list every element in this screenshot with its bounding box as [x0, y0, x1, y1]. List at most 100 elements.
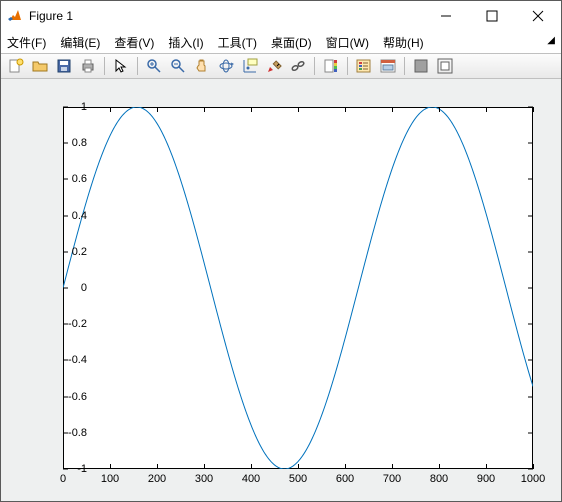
- minimize-icon: [438, 8, 454, 24]
- data-cursor-button[interactable]: [239, 55, 261, 77]
- y-tick-mark: [63, 396, 68, 397]
- y-tick-mark: [528, 360, 533, 361]
- new-figure-button[interactable]: [5, 55, 27, 77]
- y-tick-mark: [63, 215, 68, 216]
- matlab-logo-icon: [7, 8, 23, 24]
- x-tick-label: 400: [242, 473, 260, 485]
- menu-window[interactable]: 窗口(W): [326, 34, 369, 51]
- maximize-button[interactable]: [469, 1, 515, 31]
- x-tick-label: 900: [477, 473, 495, 485]
- menu-edit[interactable]: 编辑(E): [60, 34, 100, 51]
- y-tick-mark: [528, 288, 533, 289]
- save-icon: [56, 58, 72, 74]
- title-bar: Figure 1: [1, 1, 561, 31]
- new-figure-icon: [8, 58, 24, 74]
- x-tick-mark: [439, 464, 440, 469]
- toolbar-separator: [347, 57, 348, 75]
- open-button[interactable]: [29, 55, 51, 77]
- x-tick-mark: [63, 107, 64, 112]
- zoom-out-icon: [170, 58, 186, 74]
- y-tick-mark: [63, 179, 68, 180]
- brush-button[interactable]: [263, 55, 285, 77]
- print-icon: [80, 58, 96, 74]
- x-tick-mark: [392, 107, 393, 112]
- y-tick-mark: [63, 251, 68, 252]
- save-button[interactable]: [53, 55, 75, 77]
- menu-help[interactable]: 帮助(H): [383, 34, 424, 51]
- legend-icon: [356, 58, 372, 74]
- hide-tools-icon: [413, 58, 429, 74]
- x-tick-label: 500: [289, 473, 307, 485]
- x-tick-mark: [110, 464, 111, 469]
- menu-view[interactable]: 查看(V): [114, 34, 154, 51]
- x-tick-mark: [157, 107, 158, 112]
- x-tick-mark: [63, 464, 64, 469]
- x-tick-mark: [345, 107, 346, 112]
- open-icon: [32, 58, 48, 74]
- x-tick-mark: [345, 464, 346, 469]
- y-tick-label: -0.4: [37, 354, 87, 366]
- y-tick-label: 0.8: [37, 137, 87, 149]
- zoom-in-button[interactable]: [143, 55, 165, 77]
- pointer-button[interactable]: [110, 55, 132, 77]
- link-button[interactable]: [287, 55, 309, 77]
- y-tick-mark: [528, 179, 533, 180]
- x-tick-mark: [486, 464, 487, 469]
- x-tick-label: 100: [101, 473, 119, 485]
- zoom-in-icon: [146, 58, 162, 74]
- x-tick-mark: [204, 464, 205, 469]
- close-button[interactable]: [515, 1, 561, 31]
- y-tick-label: 0: [37, 282, 87, 294]
- menu-file[interactable]: 文件(F): [7, 34, 46, 51]
- y-tick-mark: [528, 251, 533, 252]
- y-tick-label: 1: [37, 101, 87, 113]
- x-tick-mark: [439, 107, 440, 112]
- x-tick-mark: [298, 464, 299, 469]
- brush-icon: [266, 58, 282, 74]
- data-cursor-icon: [242, 58, 258, 74]
- y-tick-label: 0.4: [37, 210, 87, 222]
- pointer-icon: [113, 58, 129, 74]
- x-tick-mark: [204, 107, 205, 112]
- x-tick-label: 800: [430, 473, 448, 485]
- plot-editor-icon: [380, 58, 396, 74]
- menu-overflow-icon[interactable]: ◢: [547, 35, 555, 46]
- axes[interactable]: [63, 107, 533, 469]
- menu-insert[interactable]: 插入(I): [168, 34, 203, 51]
- x-tick-label: 1000: [521, 473, 545, 485]
- colorbar-button[interactable]: [320, 55, 342, 77]
- y-tick-label: -0.6: [37, 391, 87, 403]
- x-tick-mark: [392, 464, 393, 469]
- plot-editor-button[interactable]: [377, 55, 399, 77]
- x-tick-label: 700: [383, 473, 401, 485]
- rotate3d-button[interactable]: [215, 55, 237, 77]
- toolbar-separator: [314, 57, 315, 75]
- dock-button[interactable]: [434, 55, 456, 77]
- x-tick-mark: [157, 464, 158, 469]
- x-tick-mark: [533, 107, 534, 112]
- hide-tools-button[interactable]: [410, 55, 432, 77]
- x-tick-mark: [110, 107, 111, 112]
- legend-button[interactable]: [353, 55, 375, 77]
- minimize-button[interactable]: [423, 1, 469, 31]
- menu-tools[interactable]: 工具(T): [218, 34, 257, 51]
- y-tick-mark: [528, 324, 533, 325]
- toolbar-separator: [104, 57, 105, 75]
- link-icon: [290, 58, 306, 74]
- window-title: Figure 1: [29, 9, 73, 23]
- figure-canvas[interactable]: -1-0.8-0.6-0.4-0.200.20.40.60.8101002003…: [1, 79, 561, 501]
- pan-button[interactable]: [191, 55, 213, 77]
- y-tick-mark: [528, 215, 533, 216]
- x-tick-label: 0: [60, 473, 66, 485]
- menu-desktop[interactable]: 桌面(D): [271, 34, 312, 51]
- y-tick-mark: [528, 396, 533, 397]
- menu-bar: 文件(F) 编辑(E) 查看(V) 插入(I) 工具(T) 桌面(D) 窗口(W…: [1, 31, 561, 53]
- print-button[interactable]: [77, 55, 99, 77]
- y-tick-mark: [63, 360, 68, 361]
- y-tick-mark: [528, 432, 533, 433]
- x-tick-mark: [298, 107, 299, 112]
- zoom-out-button[interactable]: [167, 55, 189, 77]
- toolbar-separator: [137, 57, 138, 75]
- y-tick-mark: [63, 324, 68, 325]
- x-tick-mark: [533, 464, 534, 469]
